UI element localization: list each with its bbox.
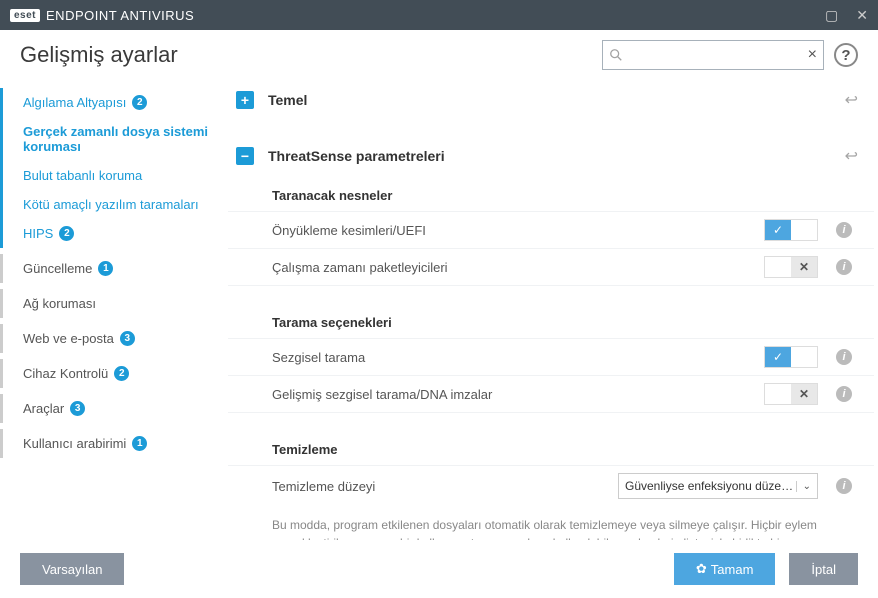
content-area: + Temel ↩ − ThreatSense parametreleri ↩ … [228,80,878,540]
badge-icon: 3 [120,331,135,346]
check-icon: ✓ [765,347,791,367]
ok-button[interactable]: ✿ Tamam [674,553,776,585]
sidebar-item-ui[interactable]: Kullanıcı arabirimi 1 [0,429,228,458]
badge-icon: 3 [70,401,85,416]
info-icon[interactable]: i [836,478,852,494]
check-icon: ✓ [765,220,791,240]
info-icon[interactable]: i [836,349,852,365]
maximize-icon[interactable]: ▢ [825,7,838,24]
toggle-runtime-packers[interactable]: ✕ [764,256,818,278]
chevron-down-icon: ⌄ [796,481,811,492]
badge-icon: 2 [132,95,147,110]
badge-icon: 2 [114,366,129,381]
search-input[interactable] [629,48,808,63]
section-cleaning-heading: Temizleme [228,430,874,465]
sidebar-item-device-control[interactable]: Cihaz Kontrolü 2 [0,359,228,388]
section-objects-heading: Taranacak nesneler [228,176,874,211]
close-icon[interactable]: ✕ [856,7,868,24]
help-button[interactable]: ? [834,43,858,67]
sidebar-item-update[interactable]: Güncelleme 1 [0,254,228,283]
cleaning-level-dropdown[interactable]: Güvenliyse enfeksiyonu düzelt... ⌄ [618,473,818,499]
page-header: Gelişmiş ayarlar × ? [0,30,878,80]
revert-icon[interactable]: ↩ [845,146,858,166]
brand-logo: eset [10,9,40,22]
sidebar-item-network[interactable]: Ağ koruması [0,289,228,318]
panel-title: Temel [268,92,307,108]
sidebar-item-hips[interactable]: HIPS 2 [0,219,228,248]
info-icon[interactable]: i [836,222,852,238]
footer: Varsayılan ✿ Tamam İptal [0,540,878,598]
sidebar-item-tools[interactable]: Araçlar 3 [0,394,228,423]
sidebar-item-cloud-protection[interactable]: Bulut tabanlı koruma [0,161,228,190]
badge-icon: 1 [132,436,147,451]
badge-icon: 2 [59,226,74,241]
sidebar: Algılama Altyapısı 2 Gerçek zamanlı dosy… [0,80,228,540]
sidebar-item-realtime-protection[interactable]: Gerçek zamanlı dosya sistemi koruması [0,117,228,161]
info-icon[interactable]: i [836,386,852,402]
section-scan-options-heading: Tarama seçenekleri [228,303,874,338]
defaults-button[interactable]: Varsayılan [20,553,124,585]
page-title: Gelişmiş ayarlar [20,42,178,68]
search-icon [609,48,623,62]
panel-title: ThreatSense parametreleri [268,148,445,164]
row-boot-sectors: Önyükleme kesimleri/UEFI ✓ i [228,211,874,248]
x-icon: ✕ [791,384,817,404]
shield-icon: ✿ [696,561,707,577]
cleaning-description: Bu modda, program etkilenen dosyaları ot… [228,506,874,540]
row-runtime-packers: Çalışma zamanı paketleyicileri ✕ i [228,248,874,285]
row-cleaning-level: Temizleme düzeyi Güvenliyse enfeksiyonu … [228,465,874,506]
sidebar-item-detection-engine[interactable]: Algılama Altyapısı 2 [0,88,228,117]
info-icon[interactable]: i [836,259,852,275]
panel-basic: + Temel ↩ [228,80,874,120]
toggle-heuristics[interactable]: ✓ [764,346,818,368]
row-heuristics: Sezgisel tarama ✓ i [228,338,874,375]
revert-icon[interactable]: ↩ [845,90,858,110]
toggle-adv-heuristics[interactable]: ✕ [764,383,818,405]
badge-icon: 1 [98,261,113,276]
clear-search-icon[interactable]: × [808,46,817,64]
brand-text: ENDPOINT ANTIVIRUS [46,8,194,23]
expand-icon[interactable]: + [236,91,254,109]
window-controls: ▢ ✕ [825,7,868,24]
x-icon: ✕ [791,257,817,277]
row-adv-heuristics: Gelişmiş sezgisel tarama/DNA imzalar ✕ i [228,375,874,412]
titlebar: eset ENDPOINT ANTIVIRUS ▢ ✕ [0,0,878,30]
sidebar-item-malware-scans[interactable]: Kötü amaçlı yazılım taramaları [0,190,228,219]
cancel-button[interactable]: İptal [789,553,858,585]
toggle-boot-sectors[interactable]: ✓ [764,219,818,241]
collapse-icon[interactable]: − [236,147,254,165]
app-brand: eset ENDPOINT ANTIVIRUS [10,8,194,23]
search-box[interactable]: × [602,40,824,70]
panel-threatsense: − ThreatSense parametreleri ↩ Taranacak … [228,136,874,540]
sidebar-item-web-email[interactable]: Web ve e-posta 3 [0,324,228,353]
